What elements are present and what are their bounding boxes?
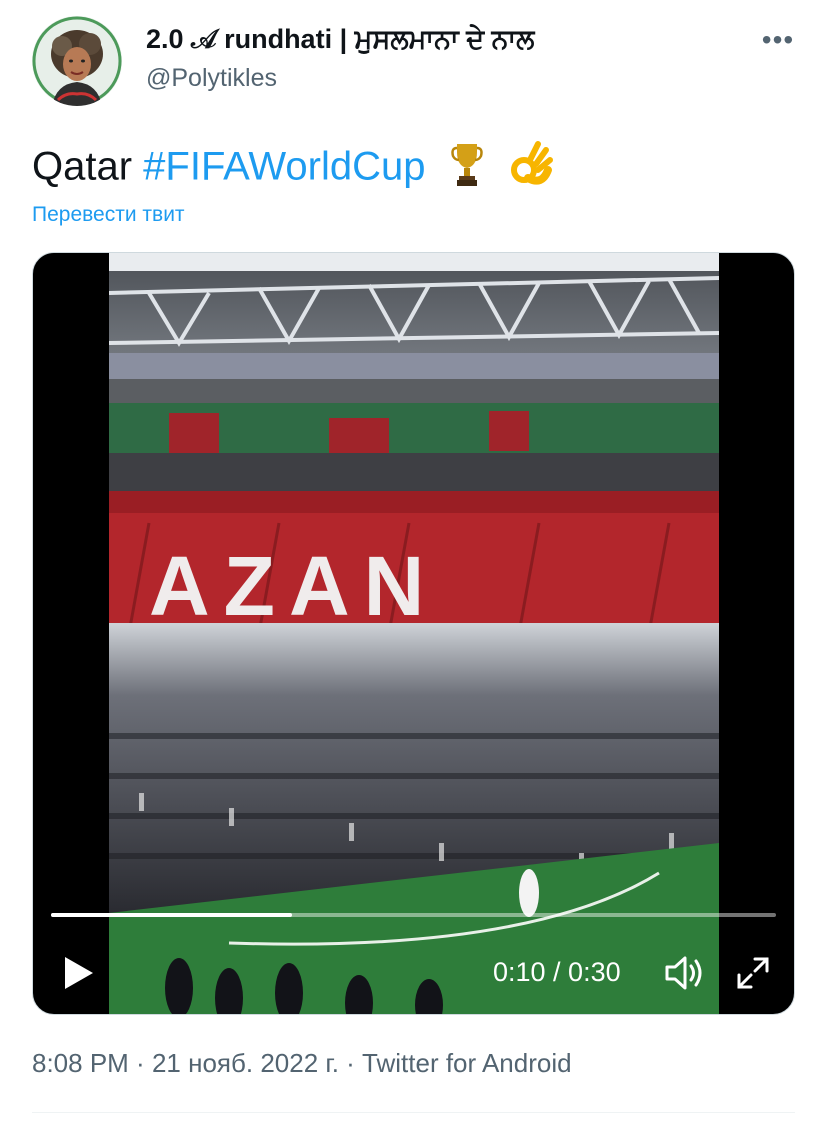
meta-separator: · (128, 1048, 152, 1078)
play-icon (65, 957, 93, 989)
video-player[interactable]: AZAN 0:10 / 0:30 (32, 252, 795, 1015)
volume-icon (665, 956, 702, 990)
portrait-avatar-icon (32, 16, 122, 106)
tweet-time[interactable]: 8:08 PM (32, 1048, 129, 1078)
hashtag-link[interactable]: #FIFAWorldCup (143, 145, 425, 189)
tweet-source[interactable]: Twitter for Android (362, 1048, 572, 1078)
avatar[interactable] (32, 16, 122, 106)
video-time-display: 0:10 / 0:30 (493, 957, 621, 987)
fullscreen-button[interactable] (733, 953, 773, 993)
tweet-meta: 8:08 PM · 21 нояб. 2022 г. · Twitter for… (32, 1048, 572, 1079)
more-options-button[interactable]: ••• (760, 22, 796, 58)
ok-hand-emoji-icon (508, 140, 554, 198)
video-frame: AZAN (109, 253, 719, 1014)
video-progress-bar[interactable] (51, 913, 776, 917)
play-button[interactable] (59, 953, 99, 993)
user-handle[interactable]: @Polytikles (146, 64, 277, 93)
fullscreen-icon (737, 957, 769, 989)
trophy-emoji-icon (450, 140, 483, 198)
divider (32, 1112, 795, 1113)
display-name[interactable]: 2.0 𝒜 rundhati | ਮੁਸਲਮਾਨਾ ਦੇ ਨਾਲ (146, 24, 534, 56)
tweet-text-prefix: Qatar (32, 144, 144, 189)
more-horizontal-icon: ••• (761, 24, 795, 55)
translate-tweet-link[interactable]: Перевести твит (32, 203, 185, 227)
stadium-banner-text: AZAN (149, 539, 438, 633)
tweet-text: Qatar #FIFAWorldCup (32, 140, 554, 198)
tweet-date[interactable]: 21 нояб. 2022 г. (152, 1048, 339, 1078)
video-progress-fill (51, 913, 293, 917)
volume-button[interactable] (663, 953, 707, 993)
meta-separator: · (338, 1048, 363, 1078)
